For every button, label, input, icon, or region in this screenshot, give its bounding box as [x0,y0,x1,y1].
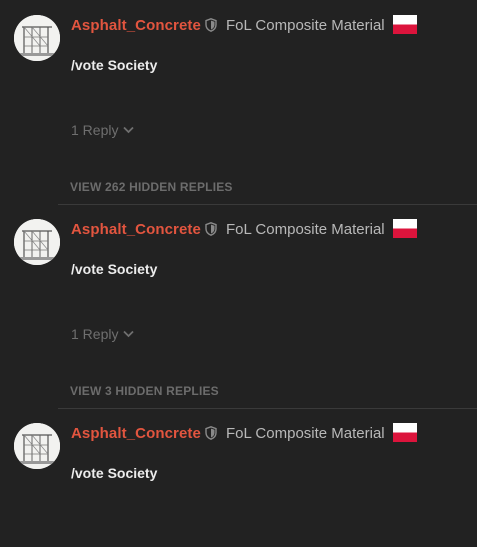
view-hidden-replies-link[interactable]: VIEW 262 HIDDEN REPLIES [70,180,233,194]
avatar[interactable] [14,15,60,61]
comment-header: Asphalt_Concrete FoL Composite Material [71,14,417,35]
username-link[interactable]: Asphalt_Concrete [71,17,201,34]
comment-body: /vote Society [71,465,158,481]
flag-poland-icon [392,422,417,442]
comment: Asphalt_Concrete FoL Composite Material … [0,410,477,547]
username-link[interactable]: Asphalt_Concrete [71,221,201,238]
flag-poland-icon [392,218,417,238]
reply-count-label: 1 Reply [71,122,119,138]
comment-body: /vote Society [71,57,158,73]
user-flair: FoL Composite Material [225,424,385,442]
flag-poland-icon [392,14,417,34]
reply-count-label: 1 Reply [71,326,119,342]
comment: Asphalt_Concrete FoL Composite Material … [0,206,477,386]
comment-header: Asphalt_Concrete FoL Composite Material [71,422,417,443]
comment-header: Asphalt_Concrete FoL Composite Material [71,218,417,239]
comment-body: /vote Society [71,261,158,277]
shield-icon [205,18,217,32]
shield-icon [205,222,217,236]
reply-toggle[interactable]: 1 Reply [71,122,135,138]
user-flair: FoL Composite Material [225,220,385,238]
username-link[interactable]: Asphalt_Concrete [71,425,201,442]
shield-icon [205,426,217,440]
chevron-down-icon [123,126,135,134]
avatar[interactable] [14,219,60,265]
user-flair: FoL Composite Material [225,16,385,34]
comment: Asphalt_Concrete FoL Composite Material … [0,2,477,182]
divider [58,204,477,205]
reply-toggle[interactable]: 1 Reply [71,326,135,342]
chevron-down-icon [123,330,135,338]
view-hidden-replies-link[interactable]: VIEW 3 HIDDEN REPLIES [70,384,219,398]
divider [58,408,477,409]
avatar[interactable] [14,423,60,469]
